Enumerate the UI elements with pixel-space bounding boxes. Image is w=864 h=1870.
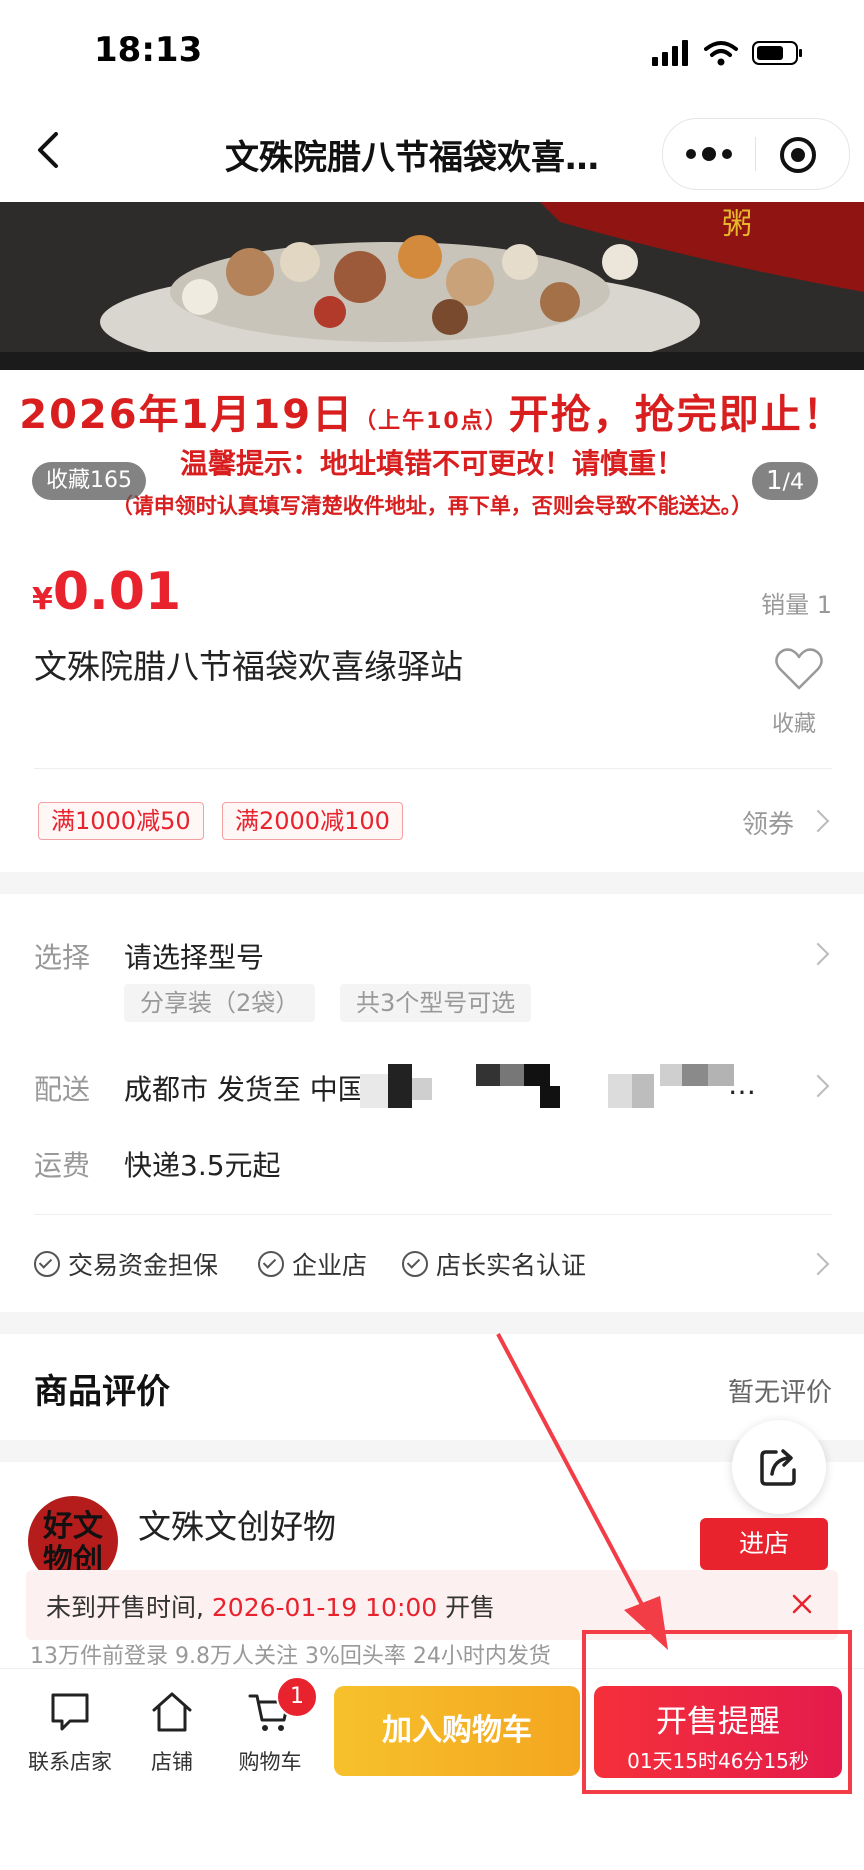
enter-shop-button[interactable]: 进店 <box>700 1518 828 1570</box>
delivery-address[interactable]: 成都市 发货至 中国四 <box>124 1068 394 1108</box>
divider <box>34 1214 832 1215</box>
notice-datetime: 2026-01-19 10:00 <box>211 1593 438 1622</box>
product-title: 文殊院腊八节福袋欢喜缘驿站 <box>34 647 463 686</box>
shipping-fee: 快递3.5元起 <box>124 1149 281 1182</box>
status-time: 18:13 <box>94 30 203 70</box>
sales-count: 销量 1 <box>761 591 832 619</box>
guarantee-label: 店长实名认证 <box>436 1251 587 1280</box>
grains-illustration: 粥 <box>0 202 864 370</box>
guarantee-item[interactable]: 交易资金担保 <box>34 1246 218 1282</box>
delivery-label: 配送 <box>34 1073 91 1106</box>
section-gap <box>0 872 864 894</box>
signal-icon <box>652 40 688 66</box>
select-model[interactable]: 请选择型号 <box>124 936 264 976</box>
shop-tab-button[interactable]: 店铺 <box>136 1690 208 1776</box>
contact-label: 联系店家 <box>28 1750 112 1774</box>
image-page-indicator: 1/4 <box>752 462 818 500</box>
share-button[interactable] <box>732 1420 826 1514</box>
status-icons <box>652 40 804 66</box>
reviews-status[interactable]: 暂无评价 <box>728 1372 832 1409</box>
page-total: /4 <box>782 470 804 495</box>
close-miniprogram-icon[interactable] <box>779 136 817 174</box>
redacted-address-mosaic <box>360 1064 734 1108</box>
home-icon <box>152 1692 192 1732</box>
cart-label: 购物车 <box>238 1750 302 1774</box>
shop-name[interactable]: 文殊文创好物 <box>138 1500 336 1548</box>
option-chip[interactable]: 分享装（2袋） <box>124 984 316 1022</box>
guarantee-label: 企业店 <box>292 1251 368 1280</box>
banner-headline: 2026年1月19日（上午10点）开抢，抢完即止！ <box>0 382 864 440</box>
favorite-label[interactable]: 收藏 <box>772 706 816 738</box>
shop-stats: 13万件前登录 9.8万人关注 3%回头率 24小时内发货 <box>30 1644 551 1669</box>
back-chevron-icon[interactable] <box>30 130 70 170</box>
guarantee-item[interactable]: 店长实名认证 <box>402 1246 586 1282</box>
contact-seller-button[interactable]: 联系店家 <box>22 1690 118 1776</box>
guarantee-item[interactable]: 企业店 <box>258 1246 367 1282</box>
page-current: 1 <box>766 466 783 496</box>
banner-time: （上午10点） <box>354 409 509 434</box>
section-gap <box>0 1312 864 1334</box>
guarantee-label: 交易资金担保 <box>68 1251 219 1280</box>
reviews-title: 商品评价 <box>34 1372 170 1412</box>
check-circle-icon <box>258 1251 284 1277</box>
banner-image[interactable]: 粥 <box>0 202 864 370</box>
check-circle-icon <box>34 1251 60 1277</box>
heart-icon[interactable] <box>774 646 824 692</box>
chevron-right-icon <box>806 809 830 833</box>
price-value: 0.01 <box>52 562 182 622</box>
close-icon[interactable] <box>790 1592 814 1616</box>
chevron-right-icon <box>806 1252 830 1276</box>
banner-headline-rest: 开抢，抢完即止！ <box>508 392 845 438</box>
annotation-highlight-box <box>582 1630 852 1794</box>
coupon-tag[interactable]: 满2000减100 <box>222 802 403 840</box>
add-to-cart-button[interactable]: 加入购物车 <box>334 1686 580 1776</box>
price: ¥0.01 <box>32 562 181 622</box>
mini-program-capsule <box>662 118 850 190</box>
notice-prefix: 未到开售时间, <box>46 1593 212 1622</box>
wifi-icon <box>704 41 738 66</box>
sale-notice-text: 未到开售时间, 2026-01-19 10:00 开售 <box>46 1588 495 1624</box>
shop-logo-text: 好文物创 <box>43 1509 103 1578</box>
coupon-tag[interactable]: 满1000减50 <box>38 802 204 840</box>
currency-symbol: ¥ <box>32 582 53 617</box>
page-title: 文殊院腊八节福袋欢喜… <box>225 138 599 178</box>
svg-text:粥: 粥 <box>722 207 752 242</box>
share-icon <box>760 1449 796 1486</box>
option-chip[interactable]: 共3个型号可选 <box>340 984 532 1022</box>
battery-icon <box>752 41 802 65</box>
favorites-count-badge: 收藏165 <box>32 462 146 500</box>
more-dots-icon[interactable] <box>683 141 735 167</box>
chat-icon <box>51 1693 89 1731</box>
check-circle-icon <box>402 1251 428 1277</box>
shipping-label: 运费 <box>34 1149 91 1182</box>
delivery-ellipsis: … <box>728 1068 756 1101</box>
shop-tab-label: 店铺 <box>151 1750 193 1774</box>
select-label: 选择 <box>34 941 91 974</box>
capsule-divider <box>755 137 756 171</box>
get-coupon-link[interactable]: 领券 <box>742 804 794 841</box>
divider <box>34 768 832 769</box>
cart-count-badge: 1 <box>276 1676 318 1718</box>
chevron-right-icon <box>806 1074 830 1098</box>
chevron-right-icon <box>806 942 830 966</box>
banner-date: 2026年1月19日 <box>19 392 355 438</box>
notice-suffix: 开售 <box>437 1593 496 1622</box>
